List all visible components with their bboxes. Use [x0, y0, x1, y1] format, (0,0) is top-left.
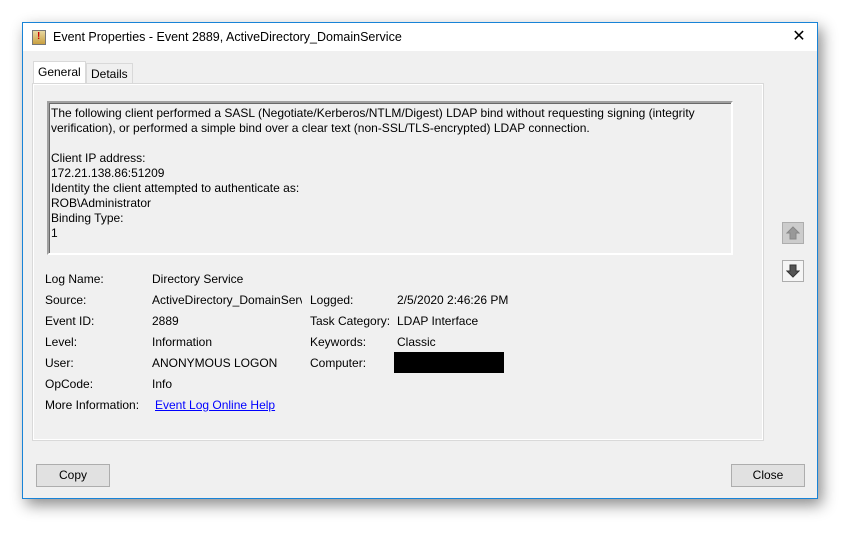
log-name-label: Log Name:	[45, 272, 104, 286]
computer-label: Computer:	[310, 356, 367, 370]
computer-value-redacted	[394, 352, 504, 373]
client-ip-label: Client IP address:	[51, 151, 146, 165]
window-title: Event Properties - Event 2889, ActiveDir…	[53, 30, 402, 44]
arrow-down-icon	[786, 264, 800, 278]
arrow-up-icon	[786, 226, 800, 240]
binding-type-value: 1	[51, 226, 58, 240]
logged-value: 2/5/2020 2:46:26 PM	[397, 293, 509, 307]
client-ip-value: 172.21.138.86:51209	[51, 166, 165, 180]
level-label: Level:	[45, 335, 78, 349]
close-icon[interactable]: ✕	[781, 23, 817, 51]
log-name-value: Directory Service	[152, 272, 244, 286]
keywords-value: Classic	[397, 335, 436, 349]
logged-label: Logged:	[310, 293, 354, 307]
description-text: The following client performed a SASL (N…	[51, 106, 695, 135]
identity-value: ROB\Administrator	[51, 196, 152, 210]
event-id-label: Event ID:	[45, 314, 95, 328]
event-log-online-help-link[interactable]: Event Log Online Help	[155, 398, 275, 414]
tab-details[interactable]: Details	[86, 63, 133, 83]
close-button[interactable]: Close	[731, 464, 805, 487]
source-value: ActiveDirectory_DomainServ	[152, 293, 302, 307]
level-value: Information	[152, 335, 213, 349]
copy-button[interactable]: Copy	[36, 464, 110, 487]
tab-general[interactable]: General	[33, 61, 86, 83]
general-panel: The following client performed a SASL (N…	[32, 83, 764, 441]
user-label: User:	[45, 356, 74, 370]
title-bar: Event Properties - Event 2889, ActiveDir…	[23, 23, 817, 51]
previous-event-button[interactable]	[782, 222, 804, 244]
user-value: ANONYMOUS LOGON	[152, 356, 278, 370]
binding-type-label: Binding Type:	[51, 211, 124, 225]
identity-label: Identity the client attempted to authent…	[51, 181, 300, 195]
keywords-label: Keywords:	[310, 335, 367, 349]
task-category-value: LDAP Interface	[397, 314, 479, 328]
opcode-label: OpCode:	[45, 377, 94, 391]
opcode-value: Info	[152, 377, 173, 391]
more-info-label: More Information:	[45, 398, 140, 412]
next-event-button[interactable]	[782, 260, 804, 282]
event-description[interactable]: The following client performed a SASL (N…	[47, 101, 733, 255]
source-label: Source:	[45, 293, 87, 307]
event-properties-window: Event Properties - Event 2889, ActiveDir…	[22, 22, 818, 499]
task-category-label: Task Category:	[310, 314, 391, 328]
event-viewer-icon	[32, 30, 46, 45]
event-id-value: 2889	[152, 314, 179, 328]
